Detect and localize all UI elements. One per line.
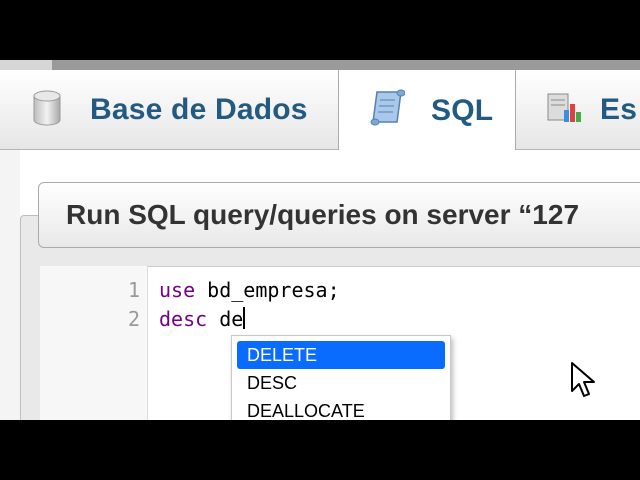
tab-statistics[interactable]: Es	[516, 70, 640, 150]
sql-keyword: use	[159, 278, 196, 302]
statistics-chart-icon	[546, 90, 586, 131]
tab-sql[interactable]: SQL	[338, 70, 516, 151]
tab-bar: Base de Dados SQL Es	[0, 70, 640, 151]
top-strip-highlight	[0, 60, 52, 70]
code-text: bd_empresa;	[195, 278, 340, 302]
panel-title: Run SQL query/queries on server “127	[66, 199, 580, 230]
line-number: 1	[127, 278, 140, 302]
panel-header: Run SQL query/queries on server “127	[38, 182, 640, 248]
autocomplete-item[interactable]: DESC	[237, 369, 445, 397]
window-top-strip	[0, 60, 640, 70]
code-text: de	[207, 307, 244, 331]
sql-scroll-icon	[369, 88, 406, 133]
autocomplete-dropdown[interactable]: DELETE DESC DEALLOCATE	[231, 335, 451, 425]
code-line[interactable]: use bd_empresa;	[159, 278, 340, 302]
text-cursor	[243, 307, 246, 329]
tab-database-label: Base de Dados	[90, 93, 308, 126]
tab-database[interactable]: Base de Dados	[20, 70, 338, 150]
autocomplete-item[interactable]: DELETE	[237, 341, 445, 369]
tab-sql-label: SQL	[431, 93, 494, 127]
sql-keyword: desc	[159, 307, 208, 331]
content-left-margin	[0, 150, 20, 420]
database-icon	[32, 90, 62, 131]
line-number: 2	[127, 307, 140, 331]
bottom-letterbox	[0, 420, 640, 480]
mouse-pointer-icon	[570, 361, 600, 401]
code-line[interactable]: desc de	[159, 307, 246, 331]
screenshot-viewport: Base de Dados SQL Es Run SQL query/queri…	[0, 0, 640, 480]
tab-statistics-label: Es	[600, 93, 638, 126]
